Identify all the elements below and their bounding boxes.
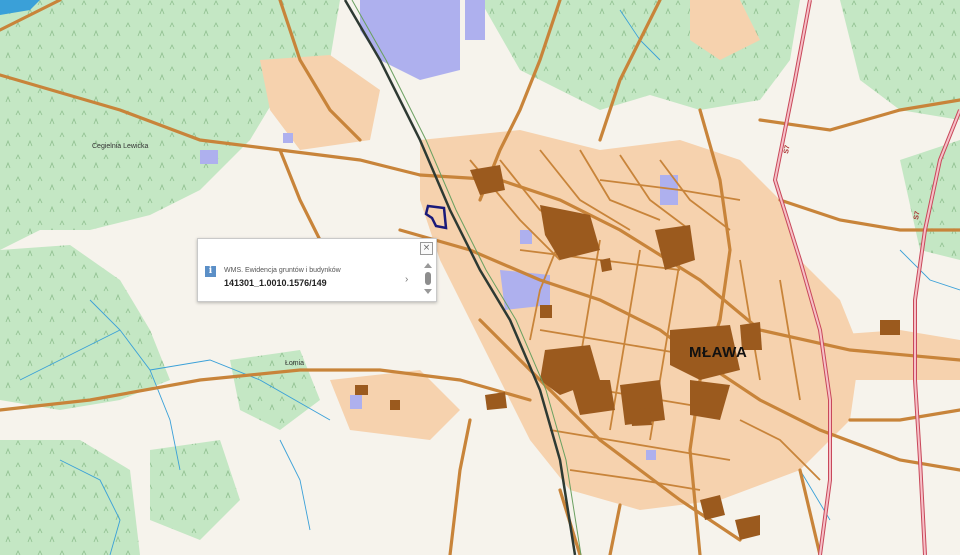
scroll-up-icon[interactable] [424, 263, 432, 268]
popup-parcel-id: 141301_1.0010.1576/149 [224, 278, 327, 288]
feature-info-popup[interactable]: × i WMS. Ewidencja gruntów i budynków 14… [197, 238, 437, 302]
close-icon[interactable]: × [420, 242, 433, 255]
map-canvas[interactable] [0, 0, 960, 555]
chevron-right-icon[interactable]: › [405, 274, 408, 285]
popup-layer-name: WMS. Ewidencja gruntów i budynków [224, 267, 341, 274]
popup-scrollbar[interactable] [424, 263, 432, 297]
scroll-down-icon[interactable] [424, 289, 432, 294]
scroll-thumb[interactable] [425, 272, 431, 285]
info-icon: i [205, 266, 216, 277]
